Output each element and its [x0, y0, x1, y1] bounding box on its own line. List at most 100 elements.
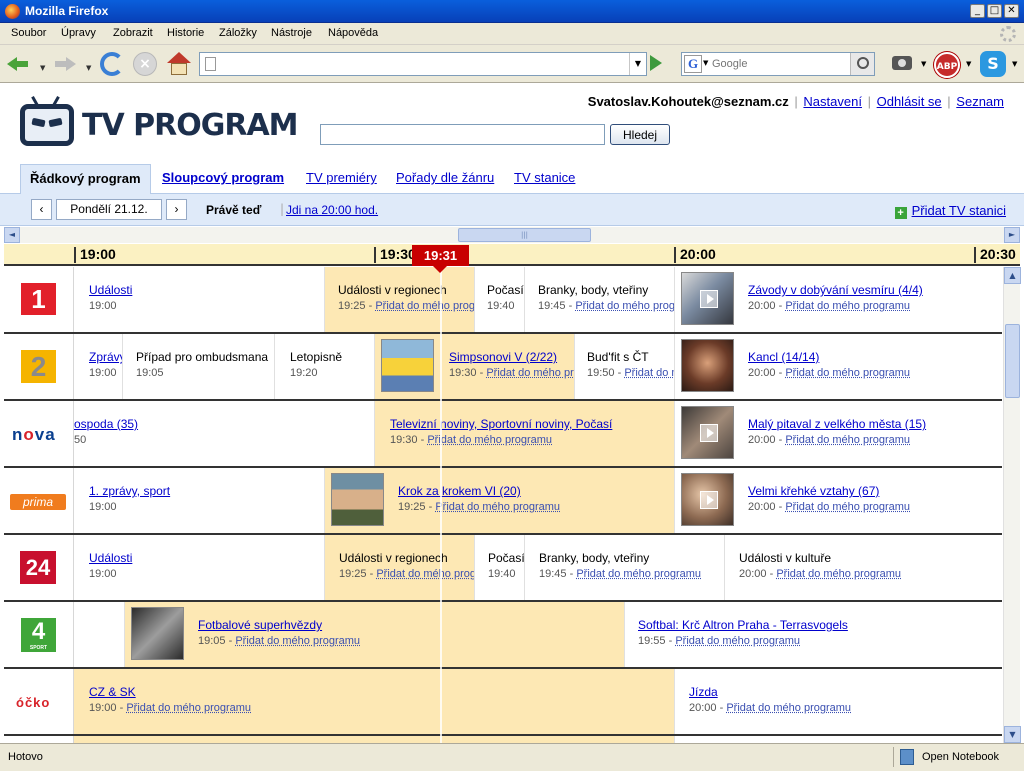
add-to-my-program-link[interactable]: Přidat do mého programu	[726, 702, 851, 714]
program-title[interactable]: Krok za krokem VI (20)	[398, 484, 521, 498]
program-cell[interactable]: Události v regionech 19:25 - Přidat do m…	[325, 267, 475, 332]
program-cell[interactable]: Události v regionech 19:25 - Přidat do m…	[325, 535, 475, 600]
horizontal-scrollbar[interactable]: ◄ ||| ►	[4, 227, 1020, 243]
program-cell[interactable]: Počasí 19:40	[475, 267, 525, 332]
scroll-down-button[interactable]: ▼	[1004, 726, 1021, 743]
reload-icon[interactable]	[100, 52, 124, 76]
menu-nastroje[interactable]: Nástroje	[271, 27, 312, 39]
search-icon[interactable]	[850, 53, 874, 75]
vertical-scroll-thumb[interactable]	[1005, 324, 1020, 398]
program-thumbnail[interactable]	[681, 339, 734, 392]
program-cell[interactable]: Události v kultuře 20:00 - Přidat do méh…	[725, 535, 1002, 600]
program-cell[interactable]: Softbal: Krč Altron Praha - Terrasvogels…	[625, 602, 1002, 667]
program-thumbnail[interactable]	[381, 339, 434, 392]
program-cell[interactable]: Bud'fit s ČT 19:50 - Přidat do mého prog…	[575, 334, 675, 399]
program-title[interactable]: Události	[89, 551, 132, 565]
program-cell[interactable]: Malý pitaval z velkého města (15) 20:00 …	[675, 401, 1002, 466]
skype-dropdown[interactable]: ▼	[1012, 60, 1017, 68]
program-cell[interactable]: Velmi křehké vztahy (67) 20:00 - Přidat …	[675, 468, 1002, 533]
program-cell[interactable]: Kancl (14/14) 20:00 - Přidat do mého pro…	[675, 334, 1002, 399]
program-cell[interactable]: Fotbalové superhvězdy 19:05 - Přidat do …	[125, 602, 625, 667]
previous-day-button[interactable]: ‹	[31, 199, 52, 220]
go-arrow-icon[interactable]	[650, 55, 662, 71]
program-title[interactable]: Kancl (14/14)	[748, 350, 819, 364]
adblock-dropdown[interactable]: ▼	[966, 60, 971, 68]
program-title[interactable]: Simpsonovi V (2/22)	[449, 350, 557, 364]
back-history-dropdown[interactable]: ▼	[40, 64, 45, 72]
menu-zobrazit[interactable]: Zobrazit	[113, 27, 153, 39]
minimize-button[interactable]: _	[970, 4, 985, 18]
close-button[interactable]: ✕	[1004, 4, 1019, 18]
tab-tv-stanice[interactable]: TV stanice	[514, 170, 575, 185]
program-cell[interactable]: Branky, body, vteřiny 19:45 - Přidat do …	[525, 535, 725, 600]
open-notebook-button[interactable]: Open Notebook	[922, 751, 999, 763]
program-title[interactable]: Zprávy	[89, 350, 122, 364]
add-to-my-program-link[interactable]: Přidat do mého programu	[427, 434, 552, 446]
menu-soubor[interactable]: Soubor	[11, 27, 46, 39]
adblock-plus-icon[interactable]: ABP	[934, 52, 960, 78]
program-title[interactable]: Velmi křehké vztahy (67)	[748, 484, 879, 498]
add-to-my-program-link[interactable]: Přidat do mého programu	[235, 635, 360, 647]
program-title[interactable]: Jízda	[689, 685, 718, 699]
program-cell[interactable]: Události 19:00	[74, 535, 325, 600]
program-title[interactable]: Události	[89, 283, 132, 297]
program-cell[interactable]	[74, 736, 675, 743]
channel-logo-ct4-sport[interactable]: 4 SPORT	[4, 602, 74, 667]
logout-link[interactable]: Odhlásit se	[877, 94, 942, 109]
skype-icon[interactable]: S	[980, 51, 1006, 77]
program-cell[interactable]: 1. zprávy, sport 19:00	[74, 468, 325, 533]
camera-dropdown[interactable]: ▼	[921, 60, 926, 68]
program-thumbnail[interactable]	[331, 473, 384, 526]
home-icon[interactable]	[167, 52, 191, 76]
program-title[interactable]: ospoda (35)	[74, 417, 138, 431]
settings-link[interactable]: Nastavení	[803, 94, 862, 109]
play-icon[interactable]	[700, 290, 718, 308]
menu-upravy[interactable]: Úpravy	[61, 27, 96, 39]
tab-tv-premiery[interactable]: TV premiéry	[306, 170, 377, 185]
program-cell[interactable]: Jízda 20:00 - Přidat do mého programu	[675, 669, 1002, 734]
tab-porady-dle-zanru[interactable]: Pořady dle žánru	[396, 170, 494, 185]
channel-logo-ocko[interactable]: óčko	[4, 669, 74, 734]
web-search-input[interactable]	[712, 55, 846, 73]
scroll-up-button[interactable]: ▲	[1004, 267, 1021, 284]
google-icon[interactable]: G	[684, 55, 702, 73]
menu-zalozky[interactable]: Záložky	[219, 27, 257, 39]
channel-logo-prima[interactable]: prima	[4, 468, 74, 533]
add-to-my-program-link[interactable]: Přidat do mého programu	[486, 367, 574, 379]
program-thumbnail[interactable]	[131, 607, 184, 660]
program-cell[interactable]: Zprávy 19:00	[74, 334, 123, 399]
add-to-my-program-link[interactable]: Přidat do mého programu	[376, 568, 474, 580]
program-title[interactable]: Fotbalové superhvězdy	[198, 618, 322, 632]
channel-logo-ct2[interactable]: 2	[4, 334, 74, 399]
next-day-button[interactable]: ›	[166, 199, 187, 220]
program-title[interactable]: Malý pitaval z velkého města (15)	[748, 417, 926, 431]
program-cell[interactable]: Krok za krokem VI (20) 19:25 - Přidat do…	[325, 468, 675, 533]
channel-logo-nova[interactable]: nova	[4, 401, 74, 466]
forward-arrow-icon[interactable]	[54, 52, 78, 76]
notebook-icon[interactable]	[900, 749, 914, 765]
maximize-button[interactable]: □	[987, 4, 1002, 18]
day-selector[interactable]: Pondělí 21.12.	[56, 199, 162, 220]
program-title[interactable]: CZ & SK	[89, 685, 136, 699]
tv-program-logo[interactable]: TV PROGRAM	[20, 96, 300, 152]
search-button[interactable]: Hledej	[610, 124, 670, 145]
program-cell[interactable]: CZ & SK 19:00 - Přidat do mého programu	[74, 669, 675, 734]
channel-logo-ct24[interactable]: 24	[4, 535, 74, 600]
program-cell[interactable]: Případ pro ombudsmana 19:05	[123, 334, 275, 399]
program-cell[interactable]: Počasí 19:40	[475, 535, 525, 600]
add-to-my-program-link[interactable]: Přidat do mého programu	[126, 702, 251, 714]
program-cell[interactable]: Televizní noviny, Sportovní noviny, Poča…	[375, 401, 675, 466]
horizontal-scroll-thumb[interactable]: |||	[458, 228, 591, 242]
program-title[interactable]: Softbal: Krč Altron Praha - Terrasvogels	[638, 618, 848, 632]
add-to-my-program-link[interactable]: Přidat do mého programu	[435, 501, 560, 513]
program-cell[interactable]: Branky, body, vteřiny 19:45 - Přidat do …	[525, 267, 675, 332]
program-title[interactable]: Televizní noviny, Sportovní noviny, Poča…	[390, 417, 612, 431]
program-cell[interactable]: Letopisně 19:20	[275, 334, 375, 399]
program-cell[interactable]: Události 19:00	[74, 267, 325, 332]
program-title[interactable]: 1. zprávy, sport	[89, 484, 170, 498]
stop-icon[interactable]: ×	[133, 52, 157, 76]
play-icon[interactable]	[700, 491, 718, 509]
add-to-my-program-link[interactable]: Přidat do mého programu	[675, 635, 800, 647]
program-title[interactable]: Závody v dobývání vesmíru (4/4)	[748, 283, 923, 297]
seznam-link[interactable]: Seznam	[956, 94, 1004, 109]
